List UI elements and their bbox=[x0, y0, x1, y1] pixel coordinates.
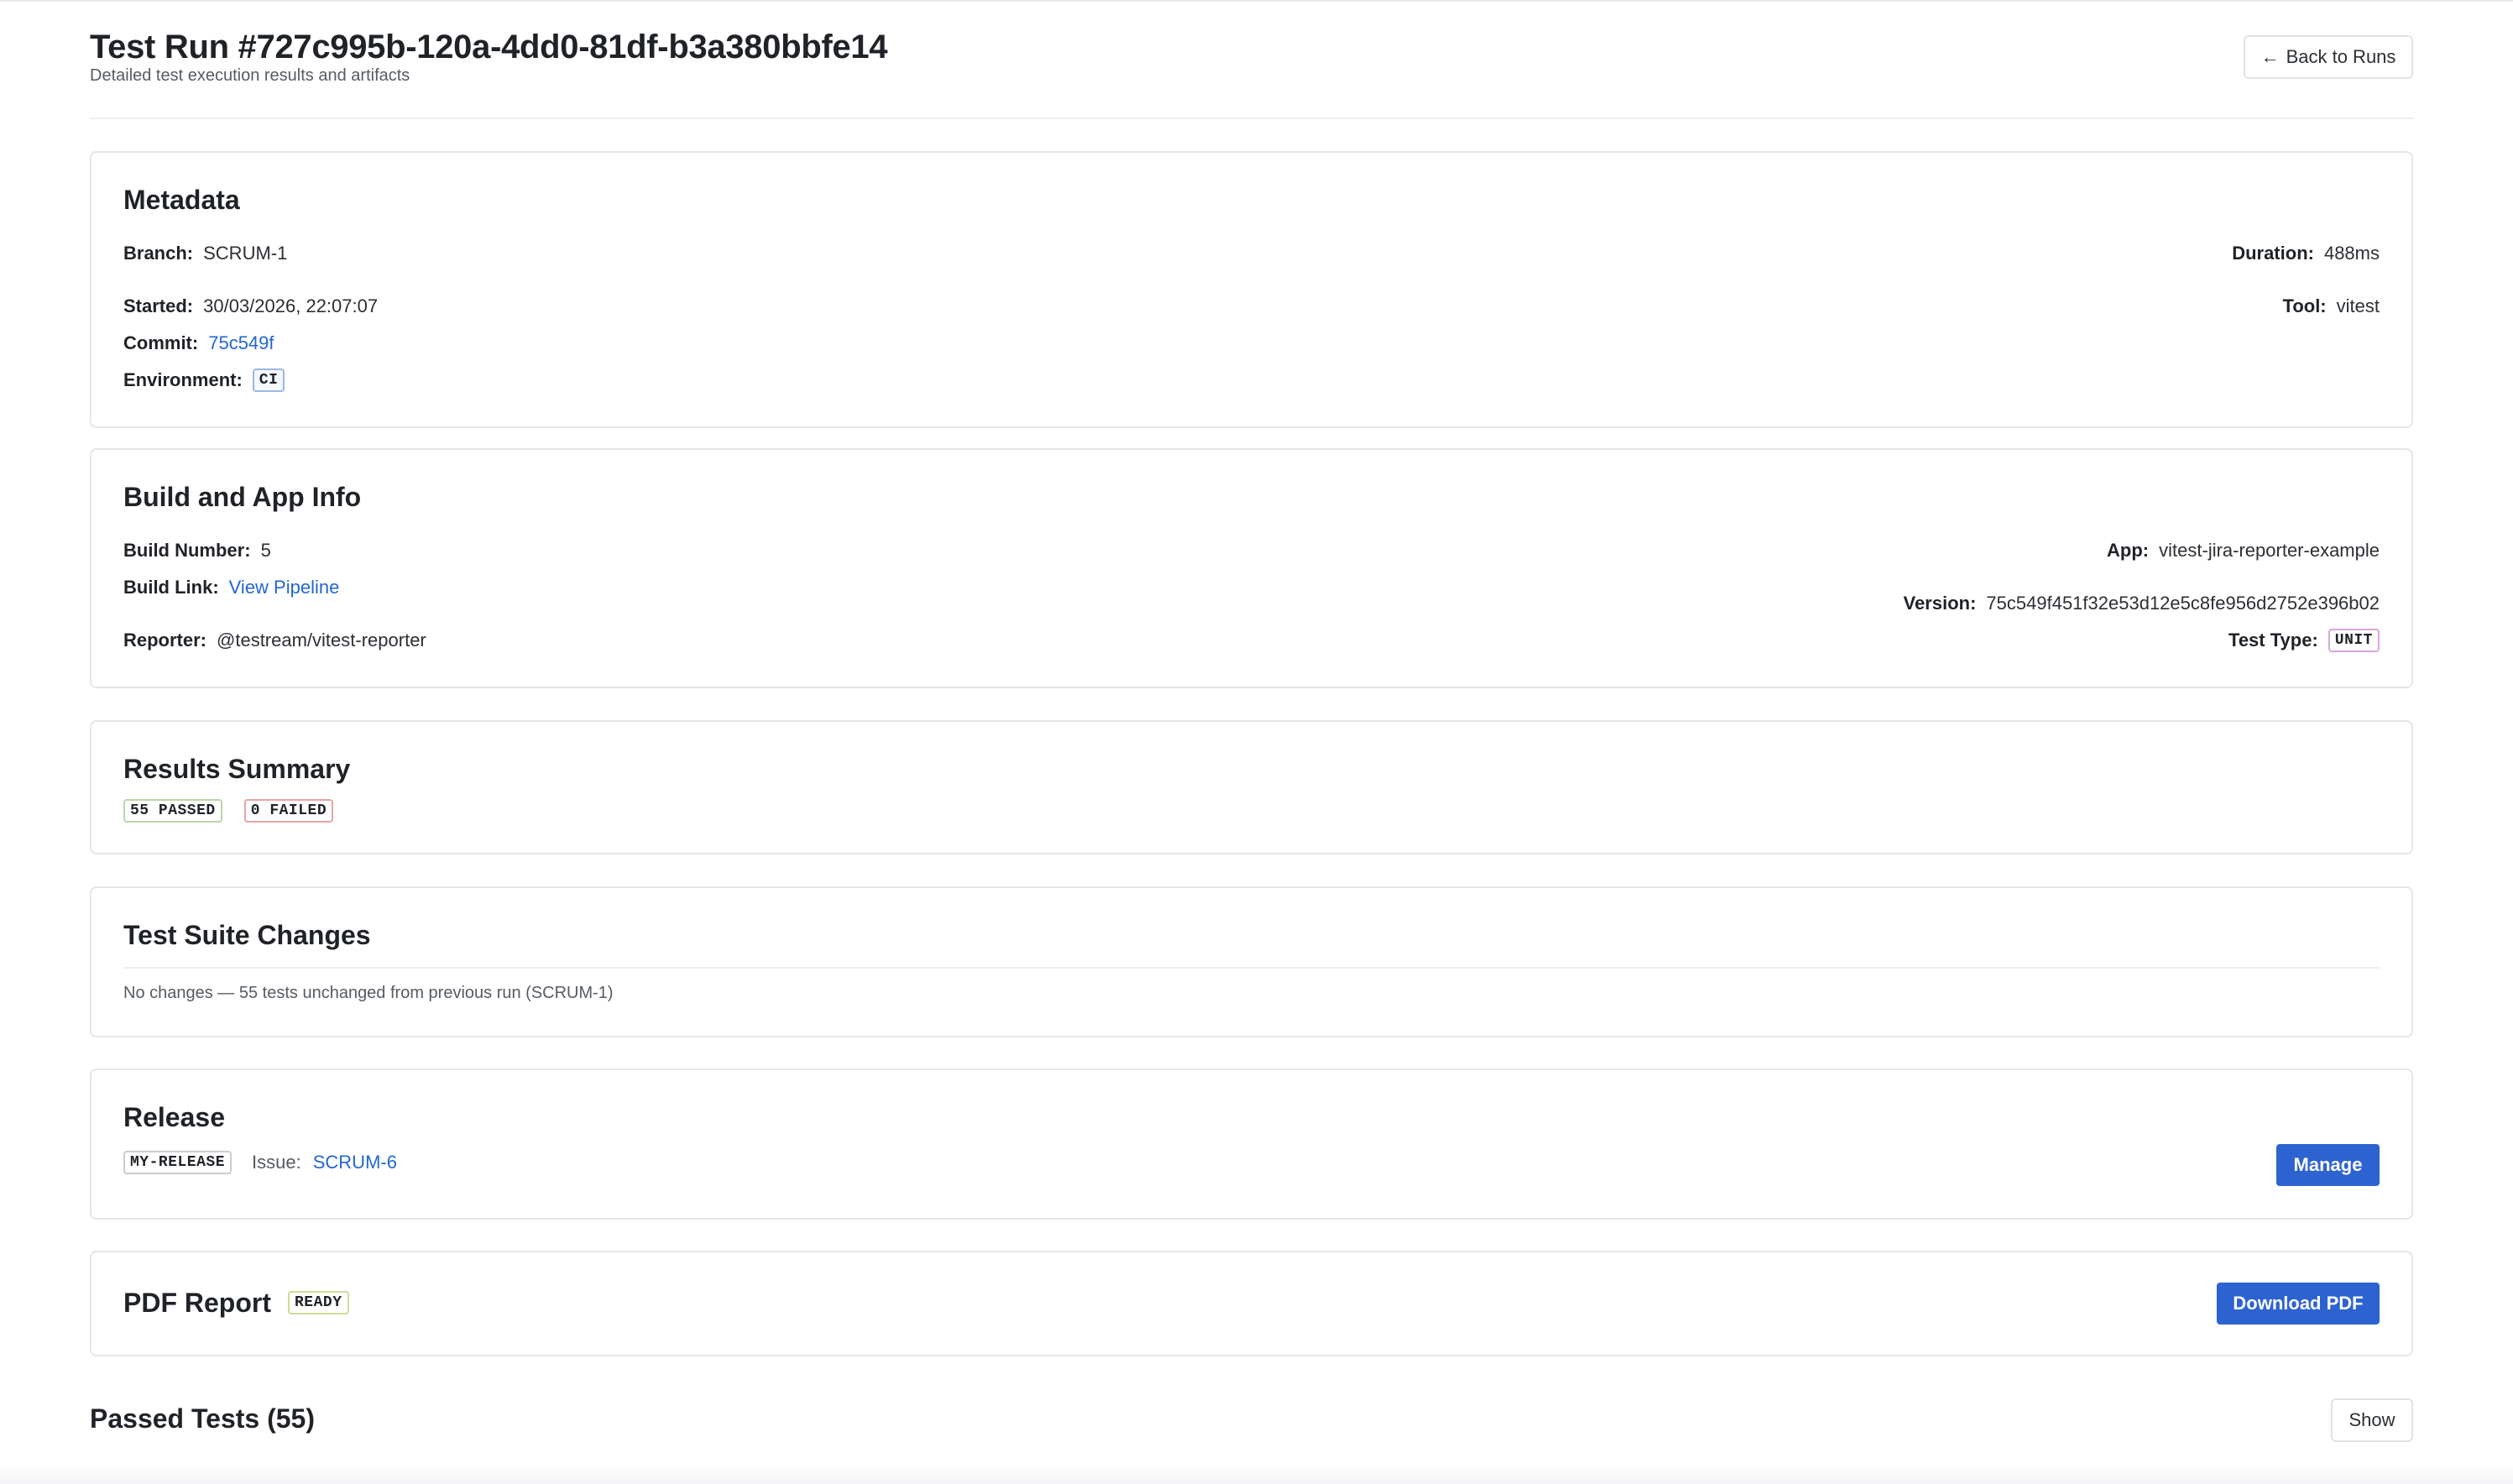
started-label: Started: bbox=[123, 295, 194, 316]
commit-link[interactable]: 75c549f bbox=[208, 332, 274, 355]
build-info-card: Build and App Info Build Number: 5 Build… bbox=[90, 448, 2413, 688]
build-number-field: Build Number: 5 bbox=[123, 539, 271, 562]
duration-field: Duration: 488ms bbox=[2232, 242, 2380, 265]
reporter-field: Reporter: @testream/vitest-reporter bbox=[123, 629, 426, 652]
branch-value: SCRUM-1 bbox=[203, 243, 288, 264]
suite-changes-divider bbox=[123, 967, 2380, 969]
version-value: 75c549f451f32e53d12e5c8fe956d2752e396b02 bbox=[1986, 593, 2380, 614]
version-field: Version: 75c549f451f32e53d12e5c8fe956d27… bbox=[1904, 592, 2380, 615]
branch-label: Branch: bbox=[123, 243, 194, 264]
duration-label: Duration: bbox=[2232, 243, 2314, 264]
app-field: App: vitest-jira-reporter-example bbox=[2107, 539, 2380, 562]
page-title: Test Run #727c995b-120a-4dd0-81df-b3a380… bbox=[90, 29, 888, 65]
environment-label: Environment: bbox=[123, 369, 243, 390]
commit-label: Commit: bbox=[123, 332, 199, 353]
arrow-left-icon: ← bbox=[2260, 46, 2280, 67]
show-passed-tests-button[interactable]: Show bbox=[2331, 1398, 2413, 1442]
metadata-heading: Metadata bbox=[123, 185, 240, 215]
download-pdf-button[interactable]: Download PDF bbox=[2217, 1283, 2380, 1325]
test-type-badge: UNIT bbox=[2328, 629, 2380, 652]
back-to-runs-label: Back to Runs bbox=[2286, 46, 2396, 67]
failed-badge: 0 FAILED bbox=[243, 799, 334, 823]
release-card: Release MY-RELEASE Issue: SCRUM-6 Manage bbox=[90, 1069, 2413, 1220]
tool-label: Tool: bbox=[2282, 295, 2327, 316]
reporter-label: Reporter: bbox=[123, 630, 207, 651]
page-fold-shade bbox=[0, 1464, 2513, 1484]
duration-value: 488ms bbox=[2323, 243, 2380, 264]
header-divider bbox=[90, 118, 2413, 119]
results-summary-card: Results Summary 55 PASSED 0 FAILED bbox=[90, 720, 2413, 854]
metadata-card: Metadata Branch: SCRUM-1 Started: 30/03/… bbox=[90, 151, 2413, 428]
app-label: App: bbox=[2107, 540, 2150, 561]
pdf-report-header: PDF Report READY bbox=[123, 1286, 349, 1319]
environment-badge: CI bbox=[252, 368, 285, 392]
commit-field: Commit: 75c549f bbox=[123, 332, 274, 355]
tool-value: vitest bbox=[2336, 295, 2380, 316]
issue-link[interactable]: SCRUM-6 bbox=[313, 1151, 397, 1174]
suite-changes-heading: Test Suite Changes bbox=[123, 920, 371, 950]
build-number-label: Build Number: bbox=[123, 540, 251, 561]
release-row: MY-RELEASE Issue: SCRUM-6 bbox=[123, 1151, 397, 1174]
test-type-label: Test Type: bbox=[2228, 630, 2318, 651]
results-summary-heading: Results Summary bbox=[123, 754, 351, 784]
reporter-value: @testream/vitest-reporter bbox=[217, 630, 426, 651]
manage-button[interactable]: Manage bbox=[2276, 1144, 2380, 1186]
suite-changes-card: Test Suite Changes No changes — 55 tests… bbox=[90, 886, 2413, 1037]
results-badges: 55 PASSED 0 FAILED bbox=[123, 799, 334, 823]
passed-badge: 55 PASSED bbox=[123, 799, 222, 823]
build-link-field: Build Link: View Pipeline bbox=[123, 576, 339, 599]
version-label: Version: bbox=[1903, 593, 1977, 614]
page-subtitle: Detailed test execution results and arti… bbox=[90, 66, 410, 85]
app-value: vitest-jira-reporter-example bbox=[2159, 540, 2380, 561]
started-field: Started: 30/03/2026, 22:07:07 bbox=[123, 295, 378, 318]
build-info-heading: Build and App Info bbox=[123, 482, 362, 512]
suite-changes-note: No changes — 55 tests unchanged from pre… bbox=[123, 984, 614, 1002]
build-number-value: 5 bbox=[260, 540, 271, 561]
pdf-report-heading: PDF Report bbox=[123, 1288, 271, 1318]
issue-label: Issue: bbox=[252, 1152, 301, 1173]
build-link-label: Build Link: bbox=[123, 577, 219, 598]
passed-tests-heading: Passed Tests (55) bbox=[90, 1403, 315, 1434]
back-to-runs-button[interactable]: ← Back to Runs bbox=[2244, 35, 2413, 79]
release-heading: Release bbox=[123, 1102, 225, 1132]
branch-field: Branch: SCRUM-1 bbox=[123, 242, 287, 265]
test-type-field: Test Type: UNIT bbox=[2228, 629, 2380, 652]
environment-field: Environment: CI bbox=[123, 368, 285, 392]
view-pipeline-link[interactable]: View Pipeline bbox=[229, 576, 340, 599]
pdf-report-card: PDF Report READY Download PDF bbox=[90, 1251, 2413, 1356]
release-badge: MY-RELEASE bbox=[123, 1151, 232, 1174]
started-value: 30/03/2026, 22:07:07 bbox=[203, 295, 379, 316]
tool-field: Tool: vitest bbox=[2283, 295, 2380, 318]
pdf-status-badge: READY bbox=[288, 1291, 349, 1314]
